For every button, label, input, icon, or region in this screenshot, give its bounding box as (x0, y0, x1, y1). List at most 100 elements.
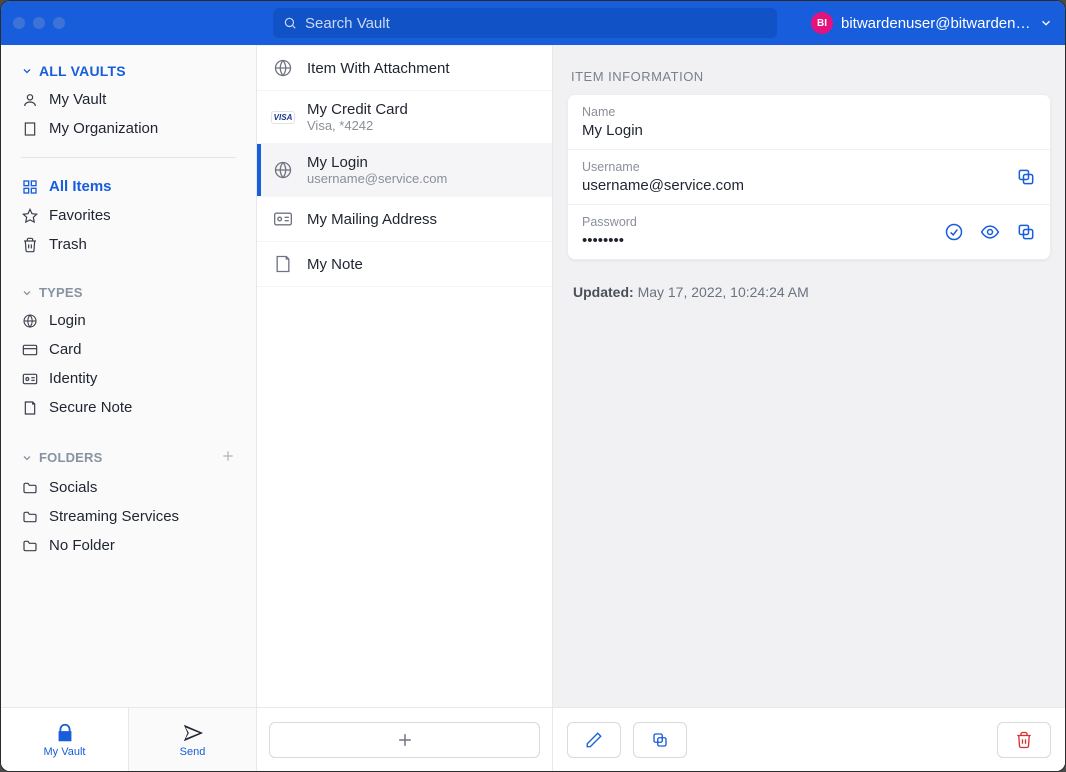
list-item[interactable]: My Note (257, 242, 552, 287)
sidebar-footer: My Vault Send (1, 707, 256, 771)
plus-icon (395, 730, 415, 750)
sidebar-item-my-vault[interactable]: My Vault (1, 85, 256, 114)
item-subtitle: Visa, *4242 (307, 118, 408, 133)
detail-card: Name My Login Username username@service.… (567, 94, 1051, 260)
item-title: My Note (307, 256, 363, 273)
item-title: My Login (307, 154, 447, 171)
updated-value: May 17, 2022, 10:24:24 AM (638, 284, 809, 300)
folder-icon (21, 480, 39, 496)
sidebar-item-all-items[interactable]: All Items (1, 172, 256, 201)
sidebar-section-folders[interactable]: FOLDERS (1, 438, 256, 473)
edit-button[interactable] (567, 722, 621, 758)
sidebar-item-trash[interactable]: Trash (1, 230, 256, 259)
footer-tab-label: My Vault (44, 746, 86, 758)
id-icon (271, 207, 295, 231)
id-icon (21, 371, 39, 387)
copy-username-button[interactable] (1016, 167, 1036, 187)
detail-footer (553, 707, 1065, 771)
check-circle-icon (944, 222, 964, 242)
item-title: My Credit Card (307, 101, 408, 118)
sidebar-item-favorites[interactable]: Favorites (1, 201, 256, 230)
list-item[interactable]: My Mailing Address (257, 197, 552, 242)
sidebar-folder-socials[interactable]: Socials (1, 473, 256, 502)
check-password-button[interactable] (944, 222, 964, 242)
sidebar-section-label: TYPES (39, 285, 83, 300)
globe-icon (271, 56, 295, 80)
visa-icon: VISA (271, 105, 295, 129)
sidebar-item-label: Trash (49, 236, 87, 253)
add-folder-button[interactable] (220, 448, 236, 467)
card-icon (21, 342, 39, 358)
sidebar: ALL VAULTS My Vault My Organization (1, 45, 257, 771)
footer-tab-vault[interactable]: My Vault (1, 708, 129, 771)
footer-tab-send[interactable]: Send (129, 708, 256, 771)
sidebar-item-label: No Folder (49, 537, 115, 554)
detail-section-header: ITEM INFORMATION (571, 69, 1051, 84)
delete-button[interactable] (997, 722, 1051, 758)
globe-icon (271, 158, 295, 182)
sidebar-item-label: Identity (49, 370, 97, 387)
list-item[interactable]: VISA My Credit Card Visa, *4242 (257, 91, 552, 144)
footer-tab-label: Send (180, 746, 206, 758)
trash-icon (21, 237, 39, 253)
field-password: Password •••••••• (568, 205, 1050, 259)
sidebar-folder-streaming[interactable]: Streaming Services (1, 502, 256, 531)
account-email: bitwardenuser@bitwarden.... (841, 15, 1031, 32)
sidebar-folder-none[interactable]: No Folder (1, 531, 256, 560)
star-icon (21, 208, 39, 224)
sidebar-item-label: Socials (49, 479, 97, 496)
copy-icon (1016, 222, 1036, 242)
field-name: Name My Login (568, 95, 1050, 150)
updated-label: Updated: (573, 284, 634, 300)
sidebar-item-label: All Items (49, 178, 112, 195)
note-icon (21, 400, 39, 416)
clone-button[interactable] (633, 722, 687, 758)
sidebar-section-all-vaults[interactable]: ALL VAULTS (1, 53, 256, 85)
window-controls[interactable] (13, 17, 273, 29)
field-value: My Login (582, 122, 1036, 139)
item-subtitle: username@service.com (307, 171, 447, 186)
list-item[interactable]: Item With Attachment (257, 45, 552, 91)
search-icon (283, 16, 297, 30)
chevron-down-icon (1039, 16, 1053, 30)
maximize-window-icon[interactable] (53, 17, 65, 29)
sidebar-item-label: Streaming Services (49, 508, 179, 525)
item-list-footer (257, 707, 552, 771)
field-value: username@service.com (582, 177, 1016, 194)
field-username: Username username@service.com (568, 150, 1050, 205)
sidebar-section-label: FOLDERS (39, 450, 103, 465)
field-label: Username (582, 160, 1016, 174)
trash-icon (1015, 731, 1033, 749)
sidebar-type-card[interactable]: Card (1, 335, 256, 364)
sidebar-item-label: My Organization (49, 120, 158, 137)
sidebar-item-label: Card (49, 341, 82, 358)
sidebar-type-login[interactable]: Login (1, 306, 256, 335)
minimize-window-icon[interactable] (33, 17, 45, 29)
grid-icon (21, 179, 39, 195)
toggle-visibility-button[interactable] (980, 222, 1000, 242)
divider (21, 157, 236, 158)
sidebar-item-org[interactable]: My Organization (1, 114, 256, 143)
sidebar-item-label: My Vault (49, 91, 106, 108)
sidebar-item-label: Favorites (49, 207, 111, 224)
chevron-down-icon (21, 287, 33, 299)
avatar: BI (811, 12, 833, 34)
search-input[interactable] (273, 8, 777, 38)
sidebar-type-note[interactable]: Secure Note (1, 393, 256, 422)
copy-password-button[interactable] (1016, 222, 1036, 242)
chevron-down-icon (21, 452, 33, 464)
item-list: Item With Attachment VISA My Credit Card… (257, 45, 553, 771)
add-item-button[interactable] (269, 722, 540, 758)
clone-icon (651, 731, 669, 749)
list-item[interactable]: My Login username@service.com (257, 144, 552, 197)
field-value: •••••••• (582, 232, 944, 249)
updated-line: Updated: May 17, 2022, 10:24:24 AM (573, 284, 1051, 300)
sidebar-type-identity[interactable]: Identity (1, 364, 256, 393)
titlebar: BI bitwardenuser@bitwarden.... (1, 1, 1065, 45)
app-window: BI bitwardenuser@bitwarden.... ALL VAULT… (0, 0, 1066, 772)
account-menu[interactable]: BI bitwardenuser@bitwarden.... (791, 12, 1053, 34)
close-window-icon[interactable] (13, 17, 25, 29)
sidebar-section-types[interactable]: TYPES (1, 275, 256, 306)
pencil-icon (585, 731, 603, 749)
building-icon (21, 121, 39, 137)
